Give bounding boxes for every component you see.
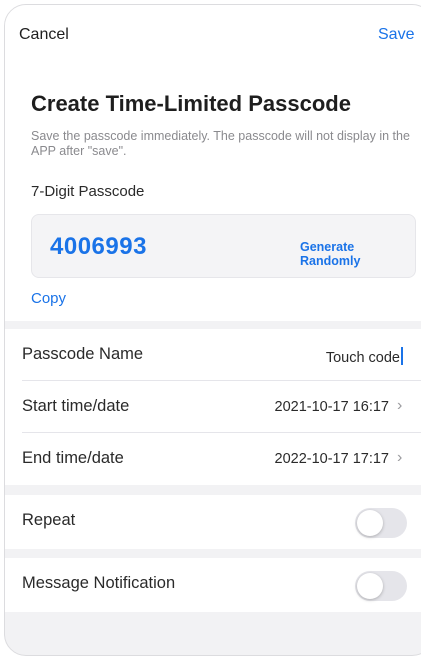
passcode-name-row[interactable]: Passcode Name Touch code bbox=[5, 329, 421, 381]
end-time-row[interactable]: End time/date 2022-10-17 17:17 › bbox=[5, 433, 421, 485]
toggle-knob bbox=[357, 510, 383, 536]
passcode-length-label: 7-Digit Passcode bbox=[31, 183, 145, 200]
repeat-row: Repeat bbox=[5, 495, 421, 549]
create-passcode-sheet: Cancel Save Create Time-Limited Passcode… bbox=[4, 4, 421, 656]
nav-bar: Cancel Save bbox=[5, 5, 421, 63]
page-title: Create Time-Limited Passcode bbox=[31, 91, 351, 116]
text-caret bbox=[401, 347, 403, 365]
repeat-toggle[interactable] bbox=[355, 508, 407, 538]
passcode-header-section: Cancel Save Create Time-Limited Passcode… bbox=[5, 5, 421, 321]
passcode-value: 4006993 bbox=[50, 233, 147, 260]
passcode-box: 4006993 Generate Randomly bbox=[31, 214, 416, 278]
save-warning-text: Save the passcode immediately. The passc… bbox=[31, 129, 410, 158]
toggle-knob bbox=[357, 573, 383, 599]
end-time-value: 2022-10-17 17:17 bbox=[274, 451, 390, 467]
chevron-right-icon: › bbox=[397, 449, 403, 466]
start-time-label: Start time/date bbox=[22, 397, 130, 415]
passcode-name-value: Touch code bbox=[325, 350, 400, 366]
chevron-right-icon: › bbox=[397, 397, 403, 414]
copy-button[interactable]: Copy bbox=[31, 290, 421, 307]
notification-row: Message Notification bbox=[5, 558, 421, 612]
passcode-name-label: Passcode Name bbox=[22, 345, 144, 363]
start-time-value: 2021-10-17 16:17 bbox=[274, 399, 390, 415]
repeat-label: Repeat bbox=[22, 511, 76, 529]
cancel-button[interactable]: Cancel bbox=[19, 26, 69, 44]
notification-label: Message Notification bbox=[22, 574, 176, 592]
generate-randomly-button[interactable]: Generate Randomly bbox=[300, 240, 415, 268]
end-time-label: End time/date bbox=[22, 449, 124, 467]
notification-toggle[interactable] bbox=[355, 571, 407, 601]
save-button[interactable]: Save bbox=[378, 26, 414, 44]
passcode-name-input[interactable]: Touch code bbox=[326, 347, 403, 366]
start-time-row[interactable]: Start time/date 2021-10-17 16:17 › bbox=[5, 381, 421, 433]
